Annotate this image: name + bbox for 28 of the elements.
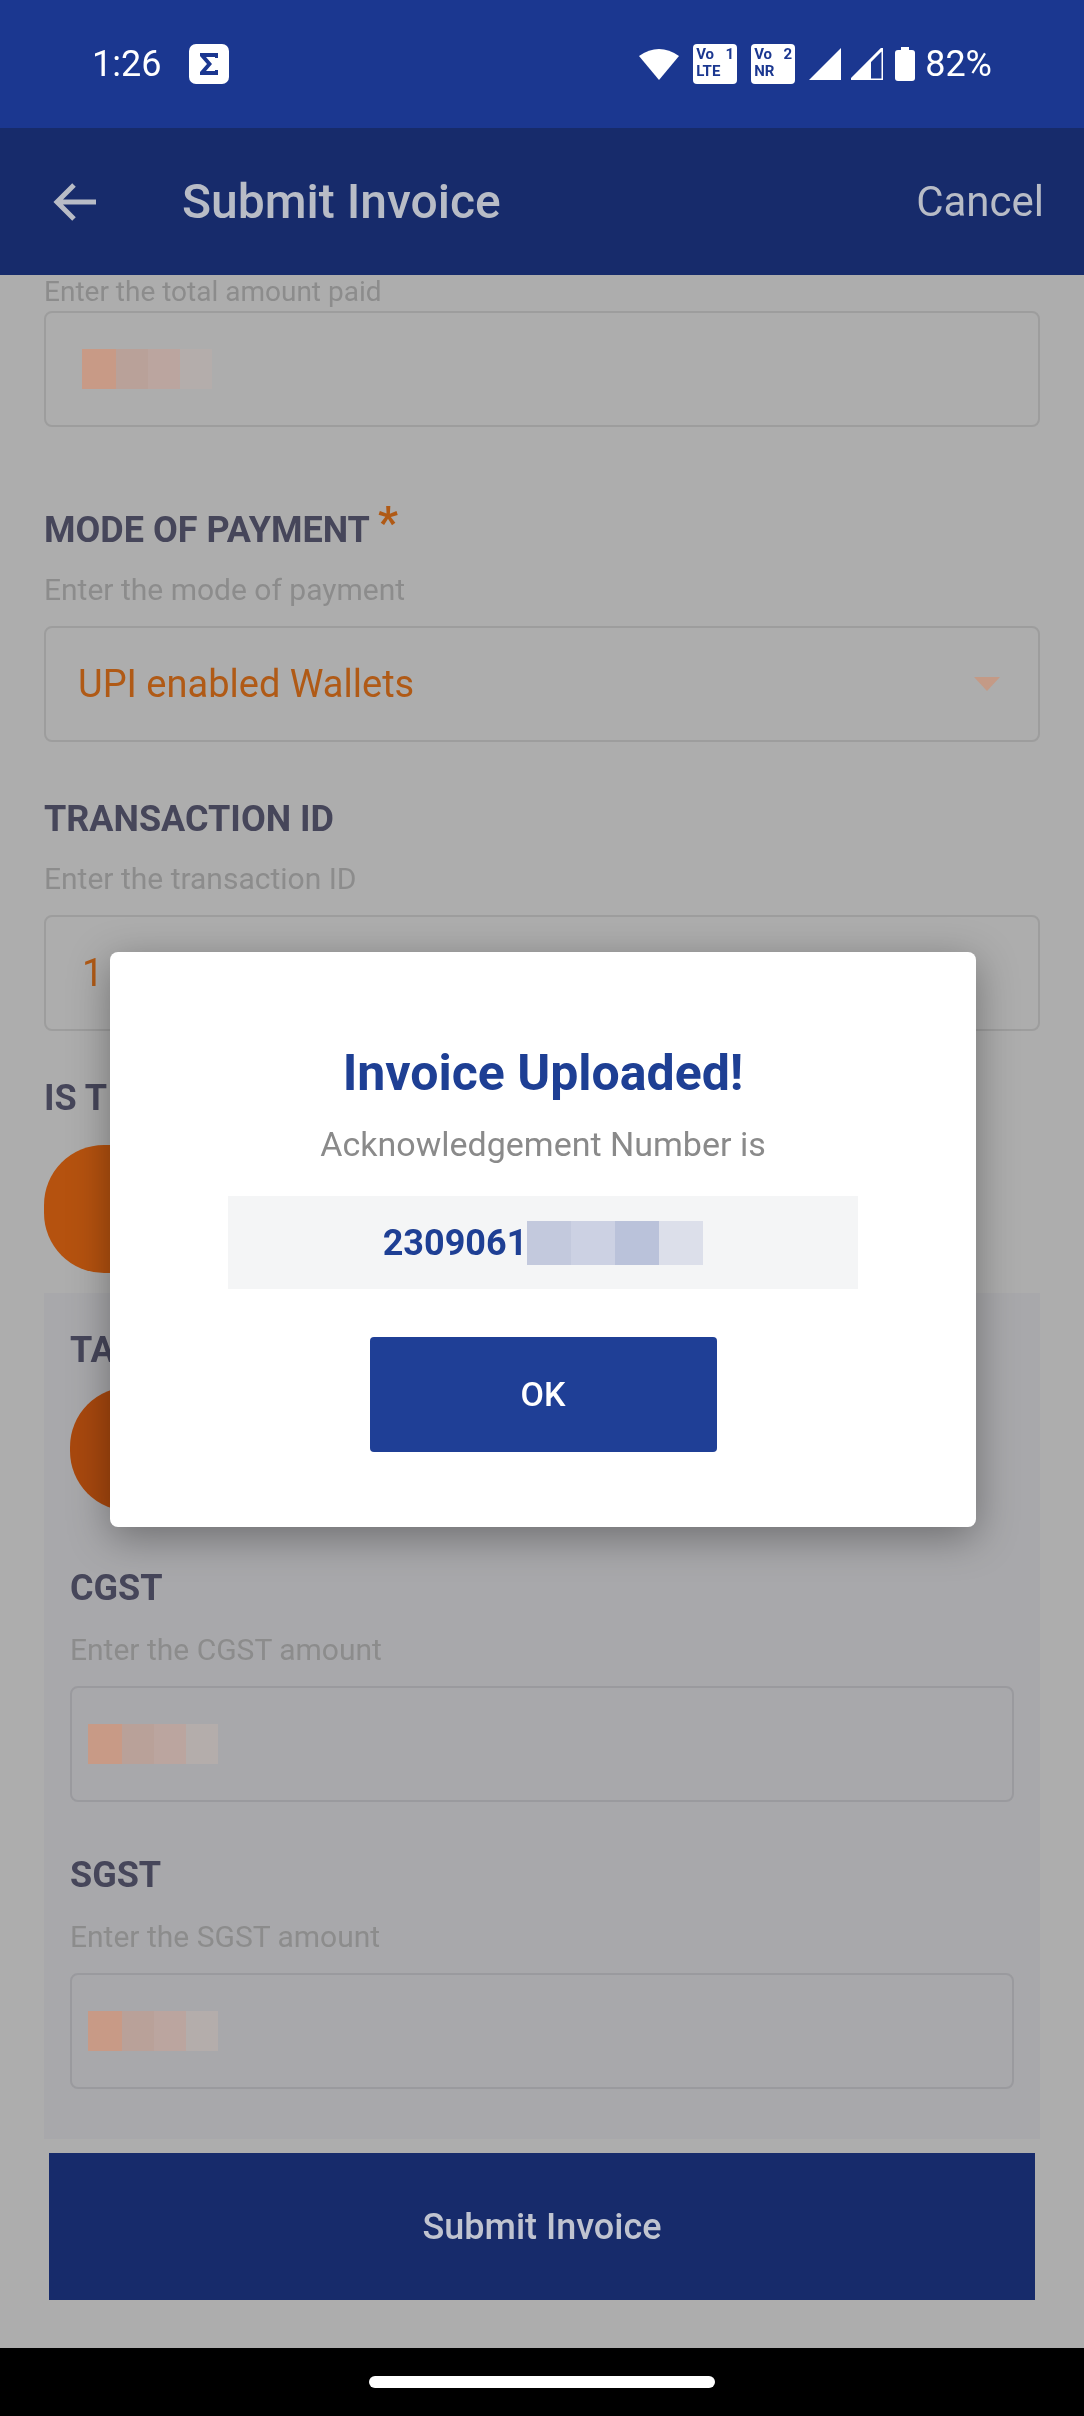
sim-badge: Vo 2 NR <box>751 44 796 84</box>
battery-icon <box>895 47 916 81</box>
clock: 1:26 <box>92 42 162 87</box>
signal-icon <box>851 48 884 80</box>
dialog-message: Acknowledgement Number is <box>320 1123 766 1166</box>
home-indicator[interactable] <box>369 2376 715 2388</box>
signal-icon <box>809 48 842 80</box>
page-title: Submit Invoice <box>182 171 501 232</box>
field-label: TRANSACTION ID <box>44 797 335 842</box>
wifi-icon <box>639 48 680 80</box>
battery-percentage: 82% <box>925 42 992 87</box>
ok-button[interactable]: OK <box>369 1337 717 1452</box>
amount-field[interactable] <box>70 1686 1014 1802</box>
amount-field[interactable] <box>44 311 1040 427</box>
field-label: IS T <box>44 1076 107 1121</box>
back-arrow-icon[interactable] <box>52 181 98 222</box>
field-label: CGST <box>70 1566 164 1611</box>
amount-field[interactable] <box>70 1973 1014 2089</box>
sim-badge: Vo 1 LTE <box>693 44 738 84</box>
dialog-title: Invoice Uploaded! <box>342 1043 744 1104</box>
dropdown-caret-icon <box>974 677 1000 691</box>
required-mark: * <box>377 503 398 543</box>
field-label: MODE OF PAYMENT <box>44 508 370 553</box>
field-label: SGST <box>70 1853 163 1898</box>
cancel-button[interactable]: Cancel <box>916 170 1044 233</box>
sigma-app-icon <box>189 44 230 84</box>
submit-invoice-button[interactable]: Submit Invoice <box>49 2153 1035 2300</box>
acknowledgement-number: 2309061 <box>382 1220 528 1266</box>
